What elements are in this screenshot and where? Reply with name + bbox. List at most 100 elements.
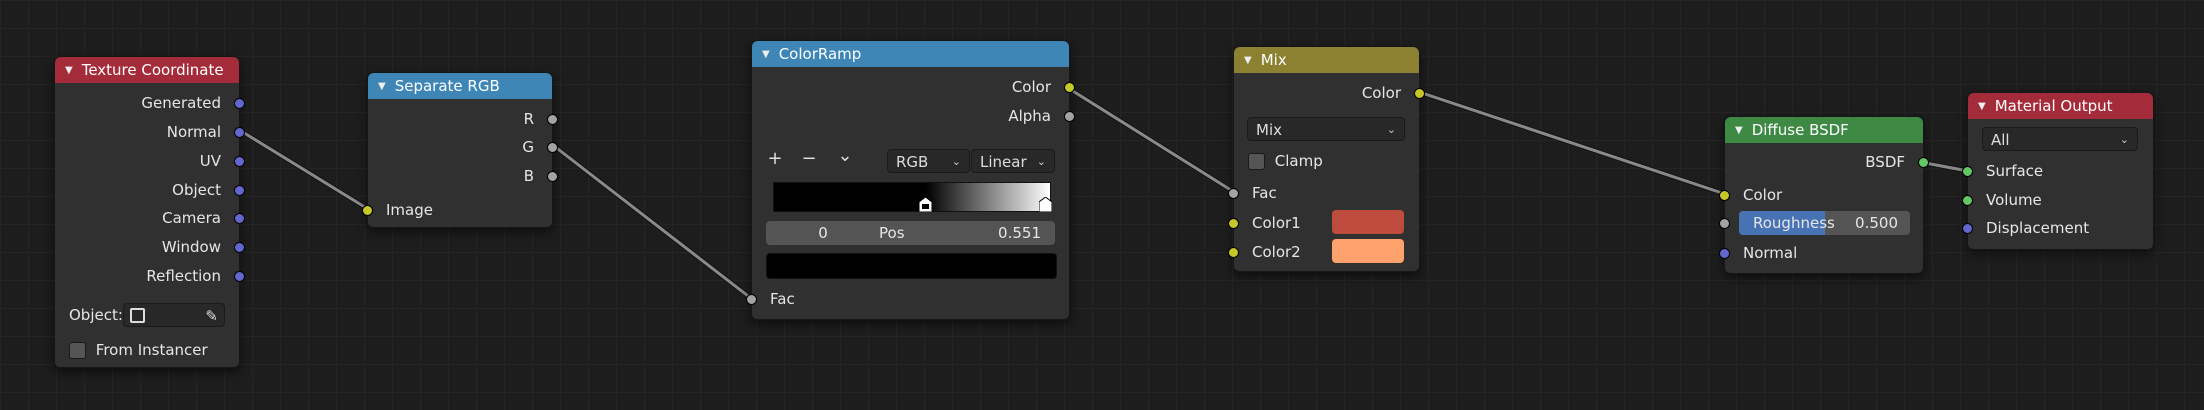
object-picker[interactable]: ✎ — [123, 303, 225, 327]
socket-label: Alpha — [1008, 107, 1051, 125]
color-socket-icon[interactable] — [1228, 247, 1239, 258]
float-socket-icon[interactable] — [1228, 188, 1239, 199]
interpolation-dropdown[interactable]: Linear ⌄ — [971, 149, 1055, 173]
eyedropper-icon[interactable]: ✎ — [205, 304, 218, 328]
node-title: ColorRamp — [778, 45, 862, 63]
collapse-arrow-icon[interactable]: ▼ — [762, 49, 770, 60]
output-socket-row: BSDF — [1725, 151, 1929, 173]
vector-socket-icon[interactable] — [234, 156, 245, 167]
socket-label: BSDF — [1865, 153, 1905, 171]
socket-label: Object — [172, 181, 221, 199]
color-socket-icon[interactable] — [362, 205, 373, 216]
float-socket-icon[interactable] — [547, 142, 558, 153]
vector-socket-icon[interactable] — [234, 127, 245, 138]
color-stop-handle[interactable] — [918, 196, 933, 213]
shader-socket-icon[interactable] — [1962, 166, 1973, 177]
chevron-down-icon: ⌄ — [1386, 123, 1396, 136]
separate-rgb-node[interactable]: ▼ Separate RGB R G B Image — [362, 72, 558, 228]
socket-label: Camera — [162, 209, 221, 227]
node-header[interactable]: ▼ Texture Coordinate — [55, 57, 239, 83]
add-stop-button[interactable]: + — [766, 148, 784, 169]
node-header[interactable]: ▼ ColorRamp — [752, 41, 1069, 67]
input-socket-row: Displacement — [1962, 217, 2153, 239]
collapse-arrow-icon[interactable]: ▼ — [1735, 125, 1743, 136]
remove-stop-button[interactable]: − — [800, 148, 818, 169]
link-g-to-fac — [552, 144, 754, 301]
input-socket-row: Volume — [1962, 189, 2153, 211]
color-stop-handle[interactable] — [1038, 196, 1053, 213]
vector-socket-icon[interactable] — [234, 185, 245, 196]
socket-label: Displacement — [1986, 219, 2090, 237]
from-instancer-checkbox[interactable] — [69, 342, 86, 359]
socket-label: G — [522, 138, 534, 156]
socket-label: Volume — [1986, 191, 2042, 209]
shader-socket-icon[interactable] — [1918, 157, 1929, 168]
node-header[interactable]: ▼ Separate RGB — [368, 73, 552, 99]
roughness-slider[interactable]: Roughness 0.500 — [1739, 211, 1910, 235]
chevron-down-icon[interactable]: ⌄ — [836, 145, 854, 166]
vector-socket-icon[interactable] — [234, 242, 245, 253]
collapse-arrow-icon[interactable]: ▼ — [65, 65, 73, 76]
node-header[interactable]: ▼ Mix — [1234, 47, 1419, 73]
chevron-down-icon: ⌄ — [1036, 155, 1046, 168]
vector-socket-icon[interactable] — [234, 271, 245, 282]
stop-position-field[interactable]: Pos 0.551 — [859, 221, 1055, 245]
stop-color-swatch[interactable] — [766, 253, 1057, 279]
collapse-arrow-icon[interactable]: ▼ — [1978, 101, 1986, 112]
link-normal-to-image — [239, 129, 370, 211]
node-title: Mix — [1260, 51, 1287, 69]
shader-socket-icon[interactable] — [1962, 195, 1973, 206]
vector-socket-icon[interactable] — [1962, 223, 1973, 234]
float-socket-icon[interactable] — [547, 114, 558, 125]
vector-socket-icon[interactable] — [234, 213, 245, 224]
socket-label: R — [523, 110, 534, 128]
float-socket-icon[interactable] — [1064, 111, 1075, 122]
clamp-checkbox[interactable] — [1248, 153, 1265, 170]
socket-label: UV — [199, 152, 221, 170]
node-title: Texture Coordinate — [81, 61, 224, 79]
clamp-row: Clamp — [1248, 150, 1323, 172]
output-socket-row: B — [368, 165, 558, 187]
color-socket-icon[interactable] — [1064, 82, 1075, 93]
diffuse-bsdf-node[interactable]: ▼ Diffuse BSDF BSDF Color Roughness 0.50… — [1719, 116, 1929, 274]
input-socket-row: Color — [1719, 184, 1923, 206]
link-mix-to-diffuse — [1417, 90, 1727, 196]
socket-label: Color — [1011, 78, 1051, 96]
color-mode-dropdown[interactable]: RGB ⌄ — [887, 149, 970, 173]
socket-label: Normal — [166, 123, 221, 141]
socket-label: Window — [161, 238, 221, 256]
roughness-value: 0.500 — [1855, 214, 1898, 232]
float-socket-icon[interactable] — [746, 294, 757, 305]
from-instancer-row: From Instancer — [69, 339, 208, 361]
node-header[interactable]: ▼ Diffuse BSDF — [1725, 117, 1923, 143]
collapse-arrow-icon[interactable]: ▼ — [378, 81, 386, 92]
vector-socket-icon[interactable] — [1719, 248, 1730, 259]
socket-label: Normal — [1743, 244, 1798, 262]
color2-swatch[interactable] — [1332, 239, 1404, 263]
texture-coordinate-node[interactable]: ▼ Texture Coordinate Generated Normal UV… — [54, 56, 245, 368]
node-title: Material Output — [1994, 97, 2113, 115]
socket-label: Image — [386, 201, 433, 219]
object-icon — [130, 308, 145, 323]
float-socket-icon[interactable] — [547, 171, 558, 182]
color-socket-icon[interactable] — [1414, 88, 1425, 99]
material-output-node[interactable]: ▼ Material Output All ⌄ Surface Volume D… — [1962, 92, 2154, 250]
float-socket-icon[interactable] — [1719, 218, 1730, 229]
input-socket-row: Fac — [746, 288, 1069, 310]
color-socket-icon[interactable] — [1719, 190, 1730, 201]
target-dropdown[interactable]: All ⌄ — [1982, 127, 2138, 151]
mix-node[interactable]: ▼ Mix Color Mix ⌄ Clamp Fac Color1 Color… — [1228, 46, 1425, 272]
color-socket-icon[interactable] — [1228, 218, 1239, 229]
input-socket-row: Surface — [1962, 160, 2153, 182]
node-header[interactable]: ▼ Material Output — [1968, 93, 2153, 119]
output-socket-row: R — [368, 108, 558, 130]
output-socket-row: Color — [752, 76, 1075, 98]
color1-swatch[interactable] — [1332, 210, 1404, 234]
color-ramp-gradient[interactable] — [773, 182, 1051, 212]
collapse-arrow-icon[interactable]: ▼ — [1244, 55, 1252, 66]
vector-socket-icon[interactable] — [234, 98, 245, 109]
output-socket-row: Normal — [55, 121, 245, 143]
output-socket-row: Alpha — [752, 105, 1075, 127]
blend-type-dropdown[interactable]: Mix ⌄ — [1247, 117, 1405, 141]
color-ramp-node[interactable]: ▼ ColorRamp Color Alpha + − ⌄ RGB ⌄ Line… — [746, 40, 1075, 320]
